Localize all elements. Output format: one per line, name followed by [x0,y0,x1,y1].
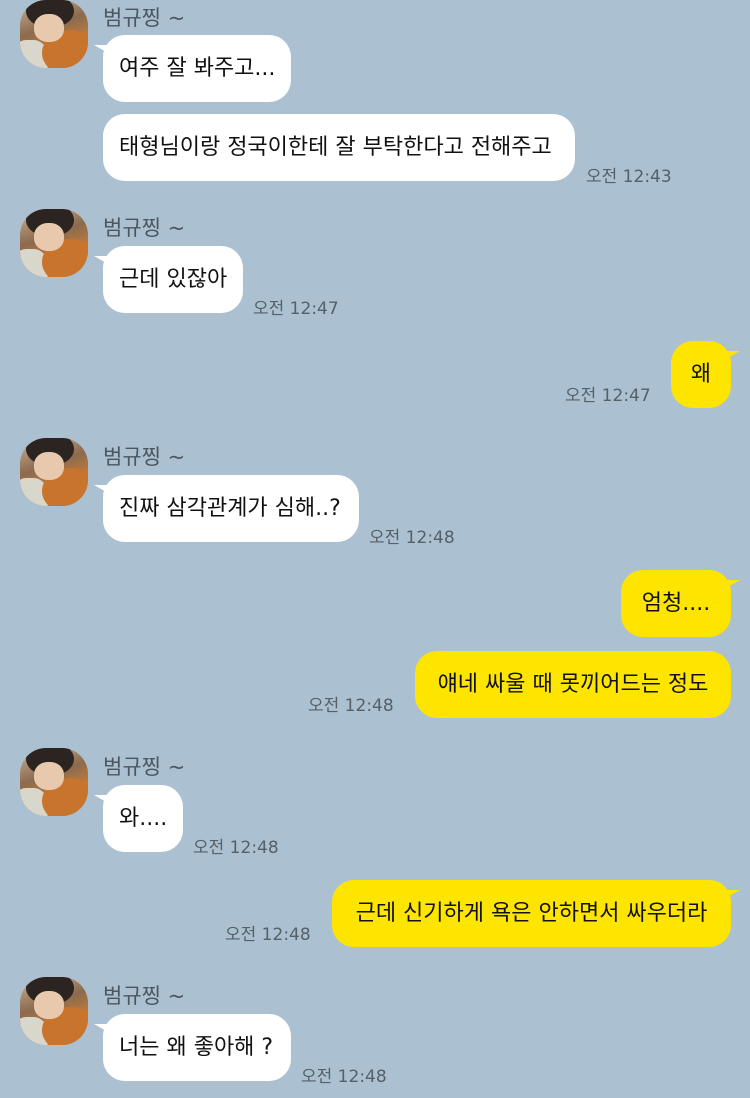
avatar[interactable] [20,0,88,68]
sender-name: 범규찡 ~ [103,984,186,1008]
message-bubble-incoming[interactable]: 너는 왜 좋아해 ? [94,1014,291,1081]
sender-name: 범규찡 ~ [103,6,186,30]
avatar[interactable] [20,438,88,506]
avatar[interactable] [20,977,88,1045]
message-timestamp: 오전 12:43 [586,167,672,187]
sender-name: 범규찡 ~ [103,755,186,779]
message-bubble-incoming[interactable]: 태형님이랑 정국이한테 잘 부탁한다고 전해주고 [103,114,575,181]
message-bubble-outgoing[interactable]: 엄청.... [621,570,740,637]
sender-name: 범규찡 ~ [103,445,186,469]
message-bubble-incoming[interactable]: 여주 잘 봐주고... [94,35,291,102]
message-bubble-outgoing[interactable]: 근데 신기하게 욕은 안하면서 싸우더라 [332,880,740,947]
message-bubble-incoming[interactable]: 진짜 삼각관계가 심해..? [94,475,359,542]
message-bubble-outgoing[interactable]: 얘네 싸울 때 못끼어드는 정도 [415,651,731,718]
message-bubble-outgoing[interactable]: 왜 [671,341,740,408]
message-timestamp: 오전 12:47 [565,386,651,406]
message-bubble-incoming[interactable]: 와.... [94,785,183,852]
message-timestamp: 오전 12:48 [193,838,279,858]
message-timestamp: 오전 12:47 [253,299,339,319]
message-timestamp: 오전 12:48 [301,1067,387,1087]
avatar[interactable] [20,748,88,816]
message-timestamp: 오전 12:48 [369,528,455,548]
message-timestamp: 오전 12:48 [225,925,311,945]
sender-name: 범규찡 ~ [103,216,186,240]
avatar[interactable] [20,209,88,277]
message-bubble-incoming[interactable]: 근데 있잖아 [94,246,243,313]
message-timestamp: 오전 12:48 [308,696,394,716]
